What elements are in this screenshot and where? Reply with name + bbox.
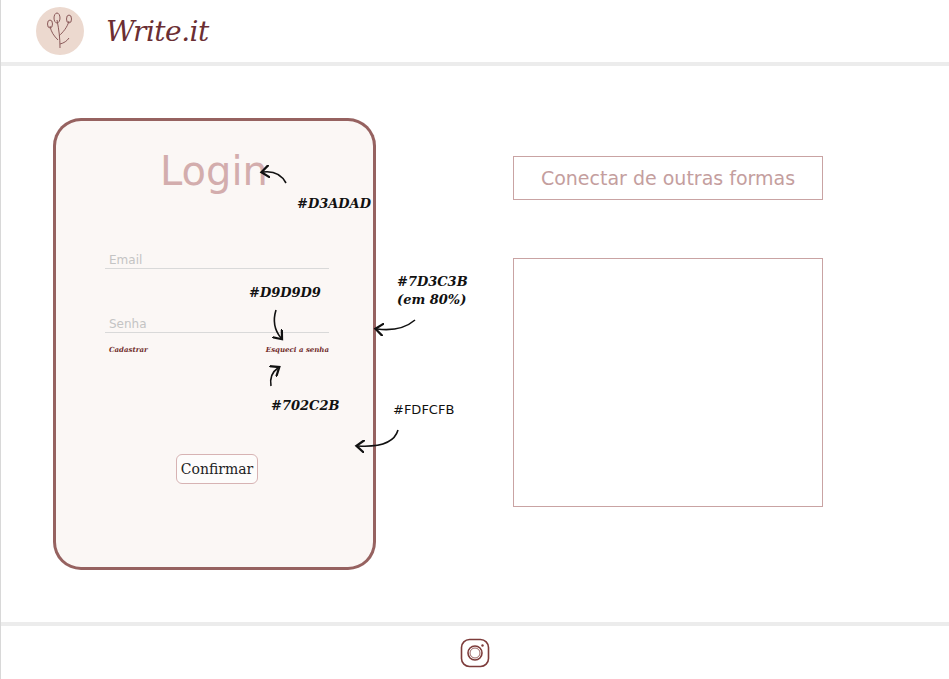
color-annotation: #702C2B bbox=[271, 397, 339, 415]
arrow-icon bbox=[271, 368, 278, 386]
brand-name[interactable]: Write.it bbox=[106, 15, 209, 48]
other-title[interactable]: Conectar de outras formas bbox=[513, 156, 823, 200]
color-annotation: #7D3C3B(em 80%) bbox=[397, 273, 468, 309]
arrow-icon bbox=[358, 430, 398, 446]
text-field[interactable]: Senha bbox=[105, 317, 329, 333]
login-title: Login bbox=[105, 147, 329, 195]
instagram-icon[interactable] bbox=[460, 638, 490, 668]
color-annotation: #D3ADAD bbox=[297, 195, 371, 213]
button-row: Confirmar bbox=[105, 454, 329, 484]
header: Write.it bbox=[1, 0, 949, 66]
confirm-button[interactable]: Confirmar bbox=[176, 454, 259, 484]
color-annotation: #FDFCFB bbox=[393, 401, 454, 419]
flower-icon bbox=[45, 12, 75, 50]
logo-flower-icon[interactable] bbox=[36, 7, 84, 55]
main: LoginEmailSenhaCadastrarEsqueci a senhaC… bbox=[1, 66, 949, 622]
other-login: Conectar de outras formas bbox=[513, 156, 823, 507]
arrow-icon bbox=[263, 172, 286, 183]
color-annotation: #D9D9D9 bbox=[249, 284, 321, 302]
other-box bbox=[513, 258, 823, 507]
arrows-icon bbox=[1, 66, 949, 622]
link[interactable]: Esqueci a senha bbox=[266, 345, 329, 354]
page: Write.it Login Email Senha Cadastrar Esqueci … bbox=[0, 0, 949, 679]
footer bbox=[1, 622, 949, 679]
link[interactable]: Cadastrar bbox=[109, 345, 148, 354]
login-card: LoginEmailSenhaCadastrarEsqueci a senhaC… bbox=[53, 118, 376, 570]
links-row: Cadastrar Esqueci a senha bbox=[105, 345, 329, 354]
arrow-icon bbox=[377, 320, 415, 330]
text-field[interactable]: Email bbox=[105, 253, 329, 269]
arrow-icon bbox=[274, 310, 281, 338]
